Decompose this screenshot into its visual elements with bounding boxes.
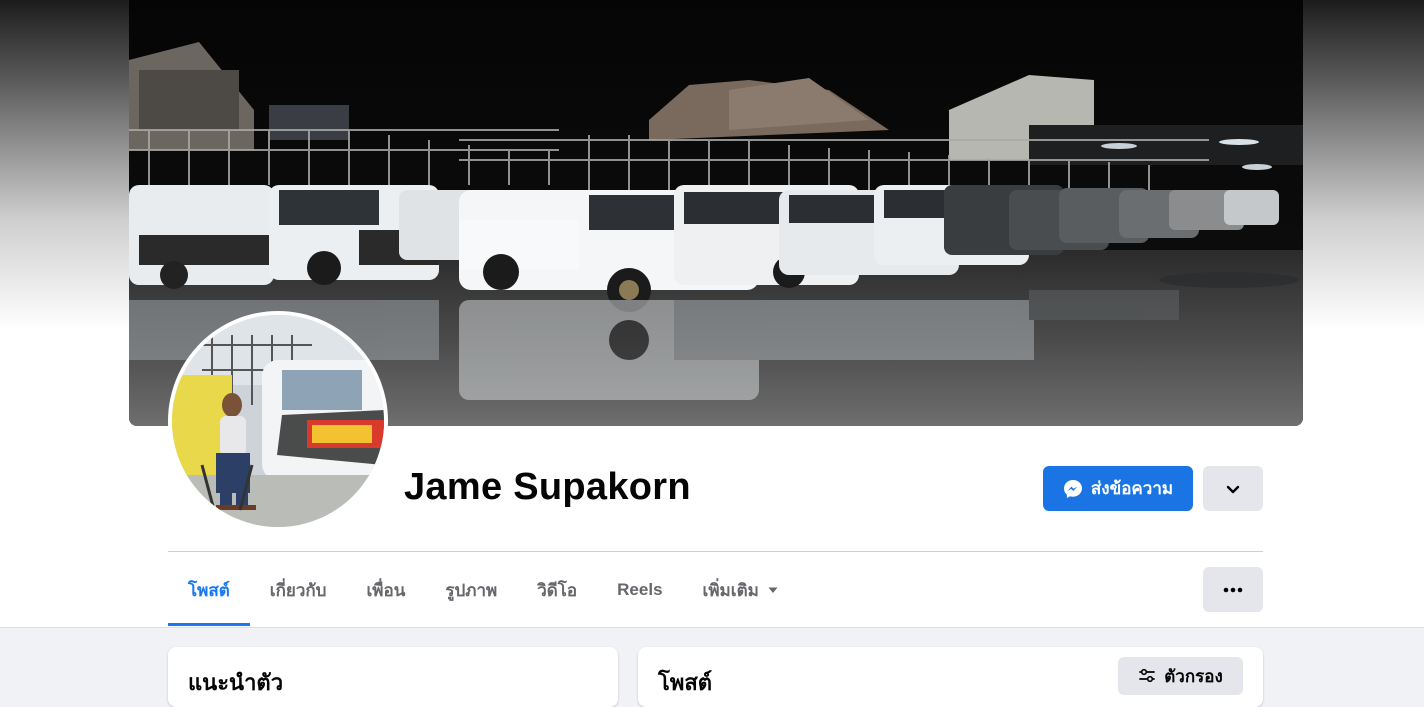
tab-videos[interactable]: วิดีโอ [517, 554, 597, 626]
sliders-icon [1138, 667, 1156, 685]
header-divider [168, 551, 1263, 552]
caret-down-icon [767, 584, 779, 596]
posts-card: โพสต์ ตัวกรอง [638, 647, 1263, 707]
tab-friends[interactable]: เพื่อน [346, 554, 425, 626]
tab-posts[interactable]: โพสต์ [168, 554, 250, 626]
profile-options-button[interactable] [1203, 466, 1263, 511]
tab-more[interactable]: เพิ่มเติม [683, 554, 799, 626]
tab-label: โพสต์ [188, 580, 230, 600]
filter-button[interactable]: ตัวกรอง [1118, 657, 1243, 695]
send-message-label: ส่งข้อความ [1090, 479, 1174, 498]
tab-label: รูปภาพ [445, 580, 498, 600]
more-options-button[interactable] [1203, 567, 1263, 612]
tab-label: วิดีโอ [537, 580, 578, 600]
intro-card: แนะนำตัว [168, 647, 618, 707]
tab-about[interactable]: เกี่ยวกับ [250, 554, 347, 626]
tab-reels[interactable]: Reels [597, 554, 682, 626]
profile-picture [172, 315, 384, 527]
tab-label: Reels [617, 580, 663, 599]
profile-tabs: โพสต์ เกี่ยวกับ เพื่อน รูปภาพ วิดีโอ Ree… [168, 554, 799, 626]
more-dots-icon [1223, 587, 1243, 593]
tab-label: เกี่ยวกับ [269, 580, 327, 600]
tab-photos[interactable]: รูปภาพ [425, 554, 517, 626]
filter-label: ตัวกรอง [1164, 666, 1223, 686]
header-bottom-border [0, 627, 1424, 628]
profile-picture-frame[interactable] [168, 311, 388, 531]
tab-label: เพิ่มเติม [702, 580, 759, 600]
profile-name: Jame Supakorn [404, 466, 691, 508]
messenger-icon [1063, 479, 1083, 499]
tab-label: เพื่อน [366, 580, 406, 600]
chevron-down-icon [1225, 481, 1241, 497]
send-message-button[interactable]: ส่งข้อความ [1043, 466, 1193, 511]
